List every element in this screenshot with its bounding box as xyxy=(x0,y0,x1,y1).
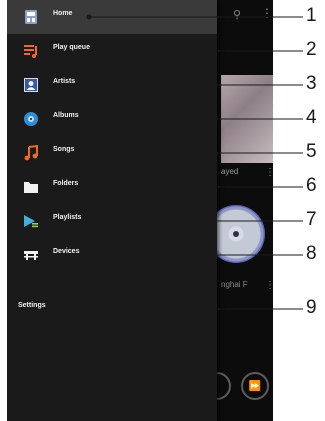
album-icon xyxy=(24,112,38,126)
callout-number: 7 xyxy=(306,209,317,230)
drawer-item-settings[interactable]: Settings xyxy=(7,292,217,326)
callout-number: 1 xyxy=(306,5,317,26)
drawer-item-songs[interactable]: Songs xyxy=(7,136,217,170)
drawer-item-label: Home xyxy=(53,10,73,17)
drawer-item-label: Folders xyxy=(53,180,79,187)
drawer-item-label: Settings xyxy=(18,302,46,309)
callout-number: 4 xyxy=(306,107,317,128)
drawer-item-albums[interactable]: Albums xyxy=(7,102,217,136)
overflow-menu-icon[interactable]: ⋮ xyxy=(265,280,273,291)
drawer-item-label: Play queue xyxy=(53,44,90,51)
folder-icon xyxy=(24,182,38,193)
overflow-menu-icon[interactable]: ⋮ xyxy=(261,6,273,20)
drawer-item-artists[interactable]: Artists xyxy=(7,68,217,102)
callout-number: 5 xyxy=(306,141,317,162)
music-note-icon xyxy=(24,145,38,161)
search-icon[interactable]: ⚲ xyxy=(233,8,241,21)
callout-number: 9 xyxy=(306,297,317,318)
callout-number: 2 xyxy=(306,39,317,60)
play-queue-icon xyxy=(24,45,37,58)
drawer-item-devices[interactable]: Devices xyxy=(7,238,217,272)
drawer-item-label: Albums xyxy=(53,112,79,119)
artist-icon xyxy=(24,78,38,92)
home-icon xyxy=(25,10,37,24)
navigation-drawer: Home Play queue Artists Albums Songs Fol… xyxy=(7,0,217,421)
drawer-item-label: Songs xyxy=(53,146,75,153)
drawer-item-play-queue[interactable]: Play queue xyxy=(7,34,217,68)
drawer-item-label: Devices xyxy=(53,248,80,255)
drawer-item-label: Artists xyxy=(53,78,76,85)
callout-number: 6 xyxy=(306,175,317,196)
callout-number: 8 xyxy=(306,243,317,264)
overflow-menu-icon[interactable]: ⋮ xyxy=(265,167,273,178)
artist-label: nghai F xyxy=(221,280,248,289)
fast-forward-button[interactable]: ⏩ xyxy=(241,372,269,400)
album-art[interactable] xyxy=(221,75,273,163)
devices-icon xyxy=(24,251,38,260)
disc-center xyxy=(233,231,239,237)
recently-played-label: ayed xyxy=(221,167,239,176)
drawer-item-playlists[interactable]: Playlists xyxy=(7,204,217,238)
phone-screen: ⚲ ⋮ ayed ⋮ nghai F ⋮ ⏩ Home Play queue A… xyxy=(7,0,273,421)
playlist-icon xyxy=(24,215,38,228)
callout-number: 3 xyxy=(306,73,317,94)
drawer-item-label: Playlists xyxy=(53,214,82,221)
drawer-item-home[interactable]: Home xyxy=(7,0,217,34)
drawer-item-folders[interactable]: Folders xyxy=(7,170,217,204)
